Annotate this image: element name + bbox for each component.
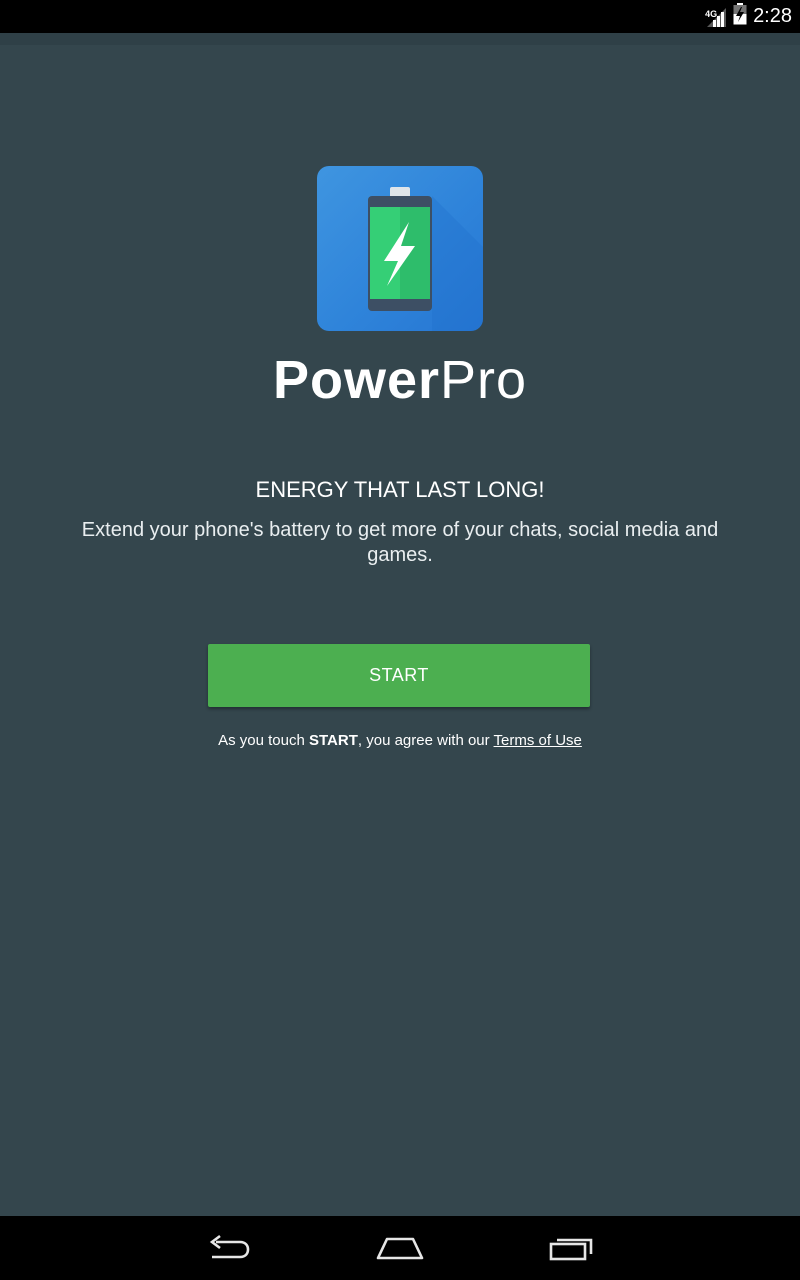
status-bar: 4G 2:28: [0, 0, 800, 33]
app-name-light: Pro: [440, 350, 528, 410]
terms-of-use-link[interactable]: Terms of Use: [494, 732, 582, 749]
signal-icon: 4G: [705, 5, 727, 29]
onboarding-headline: ENERGY THAT LAST LONG!: [255, 477, 545, 502]
battery-bolt-icon: [317, 166, 483, 331]
terms-middle: , you agree with our: [357, 732, 494, 749]
app-name: PowerPro: [0, 348, 800, 412]
start-button[interactable]: START: [208, 644, 590, 707]
navigation-bar: [0, 1216, 800, 1280]
toolbar-strip: [0, 33, 800, 45]
status-icons: 4G 2:28: [705, 0, 792, 33]
onboarding-description: Extend your phone's battery to get more …: [81, 519, 719, 566]
terms-emphasis: START: [309, 732, 358, 749]
network-type-label: 4G: [705, 8, 718, 19]
back-icon[interactable]: [185, 1216, 275, 1280]
onboarding-screen: 4G 2:28 PowerPro ENERGY THAT LAST LONG! …: [0, 0, 800, 1280]
recents-icon[interactable]: [527, 1216, 617, 1280]
battery-charging-icon: [733, 3, 747, 30]
status-time: 2:28: [753, 5, 792, 27]
home-icon[interactable]: [355, 1216, 445, 1280]
terms-notice: As you touch START, you agree with our T…: [0, 730, 800, 752]
app-name-bold: Power: [272, 350, 440, 410]
terms-prefix: As you touch: [218, 732, 309, 749]
